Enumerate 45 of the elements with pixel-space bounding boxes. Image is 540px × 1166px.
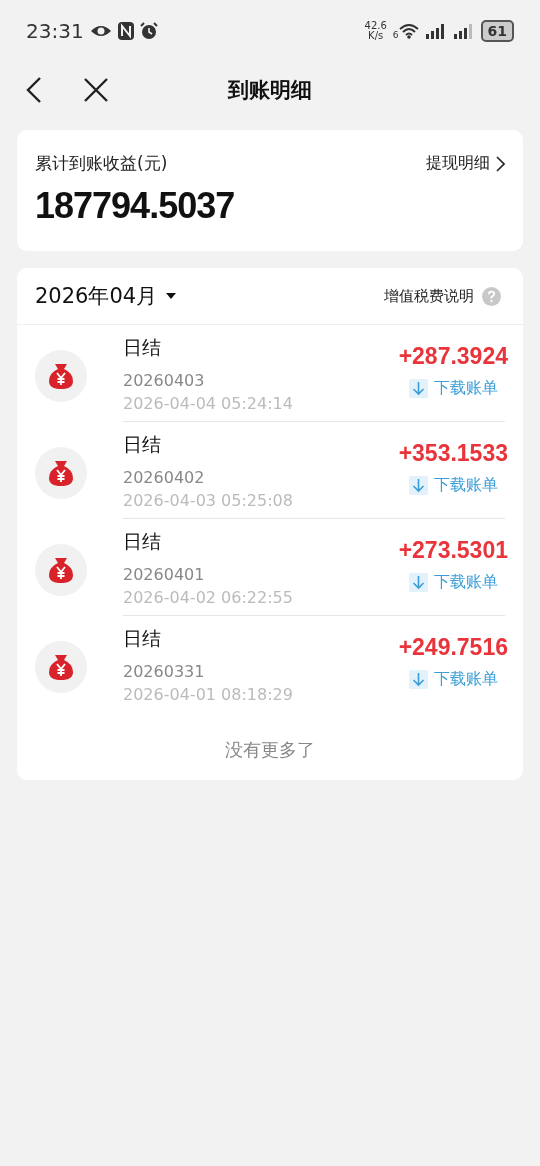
settlement-time: 2026-04-03 05:25:08 xyxy=(123,491,294,510)
wifi-icon xyxy=(398,23,419,39)
settlement-time: 2026-04-02 06:22:55 xyxy=(123,588,294,607)
signal-icon xyxy=(424,23,447,39)
amount: +273.5301 xyxy=(398,537,508,564)
nfc-icon xyxy=(117,22,134,40)
batch-number: 20260402 xyxy=(123,468,206,487)
settlement-time: 2026-04-04 05:24:14 xyxy=(123,394,294,413)
page-title: 到账明细 xyxy=(228,78,312,102)
end-of-list-note: 没有更多了 xyxy=(225,739,315,760)
amount: +287.3924 xyxy=(398,343,508,370)
signal-icon xyxy=(452,23,475,39)
batch-number: 20260401 xyxy=(123,565,206,584)
status-time: 23:31 xyxy=(26,19,84,43)
settlement-time: 2026-04-01 08:18:29 xyxy=(123,685,294,704)
battery-level: 61 xyxy=(480,20,514,42)
chevron-right-icon xyxy=(496,155,505,172)
money-bag-icon xyxy=(35,350,87,402)
caret-down-icon xyxy=(165,292,178,300)
settlement-type: 日结 xyxy=(123,626,162,650)
wifi-generation-label: 6 xyxy=(392,30,399,40)
network-speed: 42.6 xyxy=(364,21,387,31)
money-bag-icon xyxy=(35,447,87,499)
close-button[interactable] xyxy=(82,76,110,104)
batch-number: 20260403 xyxy=(123,371,206,390)
settlement-type: 日结 xyxy=(123,335,162,359)
network-speed-unit: K/s xyxy=(368,31,384,41)
download-bill-button[interactable]: 下载账单 xyxy=(408,378,498,399)
amount: +249.7516 xyxy=(398,634,508,661)
withdrawal-details-link[interactable]: 提现明细 xyxy=(426,153,505,174)
settlement-type: 日结 xyxy=(123,432,162,456)
month-dropdown[interactable]: 2026年04月 xyxy=(35,282,178,310)
money-bag-icon xyxy=(35,641,87,693)
tax-note: 增值税费说明 xyxy=(384,286,474,306)
total-earnings: 187794.5037 xyxy=(35,185,236,227)
batch-number: 20260331 xyxy=(123,662,206,681)
eye-icon xyxy=(89,23,112,39)
earnings-label: 累计到账收益(元) xyxy=(35,152,168,175)
amount: +353.1533 xyxy=(398,440,508,467)
settlement-type: 日结 xyxy=(123,529,162,553)
money-bag-icon xyxy=(35,544,87,596)
download-bill-button[interactable]: 下载账单 xyxy=(408,669,498,690)
download-bill-button[interactable]: 下载账单 xyxy=(408,475,498,496)
download-bill-button[interactable]: 下载账单 xyxy=(408,572,498,593)
alarm-icon xyxy=(139,22,158,40)
